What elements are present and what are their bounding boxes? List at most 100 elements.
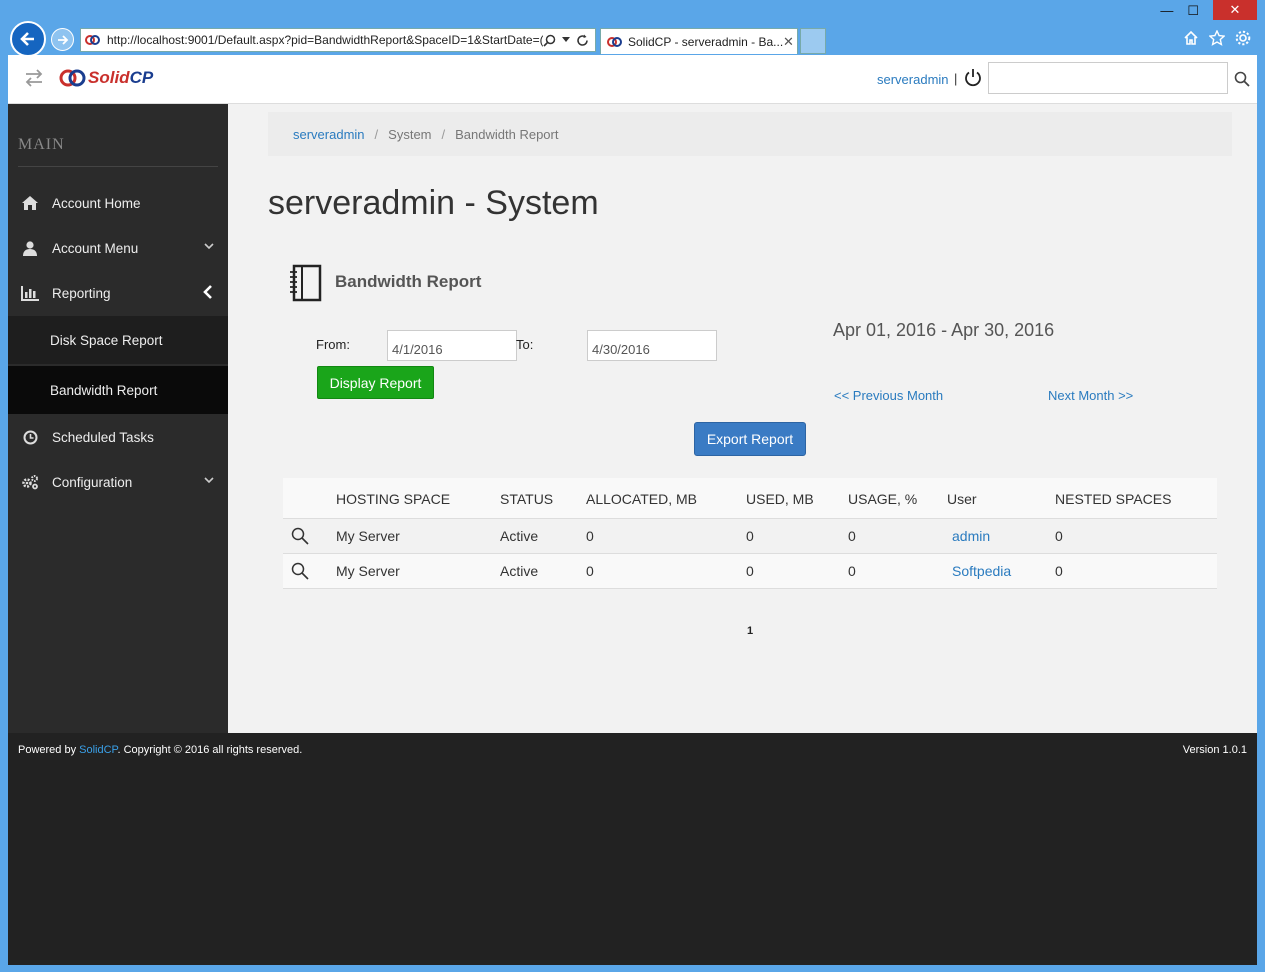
column-header[interactable]: USED, MB [746, 478, 814, 518]
sidebar-divider [18, 166, 218, 167]
used-cell: 0 [746, 563, 754, 579]
close-window-button[interactable]: ✕ [1213, 0, 1257, 20]
column-header[interactable]: STATUS [500, 478, 553, 518]
logo-cp-text: CP [129, 68, 154, 87]
pager-page-1[interactable]: 1 [747, 625, 753, 637]
report-title: Bandwidth Report [335, 272, 482, 291]
hosting-space-cell: My Server [336, 563, 400, 579]
footer-prefix: Powered by [18, 744, 80, 756]
breadcrumb-current: Bandwidth Report [455, 126, 559, 142]
sidebar-item-account-home[interactable]: Account Home [8, 181, 228, 225]
sidebar-item-account-menu[interactable]: Account Menu [8, 226, 228, 270]
user-icon [23, 240, 37, 256]
search-icon[interactable] [1234, 71, 1250, 87]
home-icon[interactable] [1183, 30, 1199, 46]
dropdown-icon[interactable] [562, 37, 570, 43]
to-date-input[interactable] [587, 330, 717, 361]
top-bar: Solid CP serveradmin | [8, 55, 1257, 104]
browser-toolbar-icons [1183, 30, 1251, 46]
column-header[interactable]: User [947, 478, 977, 518]
date-range-text: Apr 01, 2016 - Apr 30, 2016 [833, 320, 1055, 340]
status-cell: Active [500, 528, 539, 544]
table-header: HOSTING SPACE STATUS ALLOCATED, MB USED,… [283, 478, 1217, 519]
sidebar-item-scheduled-tasks[interactable]: Scheduled Tasks [8, 415, 228, 459]
column-header[interactable]: NESTED SPACES [1055, 478, 1171, 518]
export-report-button[interactable]: Export Report [694, 422, 806, 456]
url-text: http://localhost:9001/Default.aspx?pid=B… [107, 33, 543, 47]
magnifier-icon[interactable] [291, 527, 309, 545]
chevron-down-icon [204, 243, 214, 250]
solidcp-logo[interactable]: Solid CP [58, 67, 153, 89]
main-content: serveradmin / System / Bandwidth Report … [228, 104, 1257, 733]
usage-cell: 0 [848, 563, 856, 579]
column-header[interactable]: ALLOCATED, MB [586, 478, 697, 518]
sidebar-item-reporting[interactable]: Reporting [8, 271, 228, 315]
top-search-input[interactable] [988, 62, 1228, 94]
breadcrumb-serveradmin[interactable]: serveradmin [293, 127, 365, 142]
bandwidth-table: HOSTING SPACE STATUS ALLOCATED, MB USED,… [283, 478, 1217, 589]
power-icon[interactable] [963, 68, 983, 88]
browser-chrome: http://localhost:9001/Default.aspx?pid=B… [0, 0, 1265, 57]
chevron-left-icon [203, 285, 212, 299]
site-favicon-icon [85, 35, 100, 45]
search-icon[interactable] [543, 34, 556, 47]
magnifier-icon[interactable] [291, 562, 309, 580]
clock-icon [23, 430, 37, 444]
user-link[interactable]: Softpedia [952, 554, 1011, 588]
table-row: My Server Active 0 0 0 Softpedia 0 [283, 554, 1217, 589]
allocated-cell: 0 [586, 563, 594, 579]
sidebar-item-label: Bandwidth Report [50, 382, 158, 398]
notebook-icon [290, 264, 322, 302]
new-tab-button[interactable] [800, 28, 826, 54]
sidebar: MAIN Account Home Account Menu Reporting… [8, 104, 228, 733]
refresh-icon[interactable] [576, 34, 589, 47]
next-month-link[interactable]: Next Month >> [1048, 388, 1133, 403]
sidebar-item-bandwidth-report[interactable]: Bandwidth Report [8, 366, 228, 414]
sidebar-item-label: Account Home [52, 195, 141, 211]
sidebar-toggle-icon[interactable] [24, 69, 44, 87]
gears-icon [22, 475, 38, 490]
display-report-button[interactable]: Display Report [317, 366, 434, 399]
home-icon [22, 196, 38, 210]
browser-tab[interactable]: SolidCP - serveradmin - Ba... ✕ [600, 28, 798, 54]
site-favicon-icon [607, 36, 622, 47]
tab-title: SolidCP - serveradmin - Ba... [628, 34, 783, 49]
address-bar[interactable]: http://localhost:9001/Default.aspx?pid=B… [80, 28, 596, 52]
back-button[interactable] [10, 21, 46, 57]
window-controls: — ☐ ✕ [1160, 0, 1257, 20]
footer-brand-link[interactable]: SolidCP [79, 744, 117, 756]
table-row: My Server Active 0 0 0 admin 0 [283, 519, 1217, 554]
gear-icon[interactable] [1235, 30, 1251, 46]
arrow-right-icon [57, 34, 68, 45]
usage-cell: 0 [848, 528, 856, 544]
chevron-down-icon [204, 477, 214, 484]
sidebar-item-label: Configuration [52, 474, 133, 490]
sidebar-item-disk-space-report[interactable]: Disk Space Report [8, 316, 228, 364]
arrow-left-icon [20, 32, 34, 46]
star-icon[interactable] [1209, 30, 1225, 46]
page-title: serveradmin - System [268, 184, 599, 222]
user-link[interactable]: serveradmin [877, 72, 949, 87]
nested-spaces-cell: 0 [1055, 528, 1063, 544]
user-link[interactable]: admin [952, 519, 990, 553]
breadcrumb: serveradmin / System / Bandwidth Report [268, 112, 1232, 156]
allocated-cell: 0 [586, 528, 594, 544]
sidebar-item-label: Reporting [52, 285, 111, 301]
footer-copyright: Powered by SolidCP. Copyright © 2016 all… [18, 744, 302, 756]
minimize-button[interactable]: — [1160, 3, 1173, 20]
forward-button[interactable] [51, 28, 74, 51]
sidebar-item-configuration[interactable]: Configuration [8, 460, 228, 504]
tab-close-icon[interactable]: ✕ [783, 34, 797, 50]
from-date-input[interactable] [387, 330, 517, 361]
sidebar-item-label: Scheduled Tasks [52, 429, 154, 445]
column-header[interactable]: USAGE, % [848, 478, 917, 518]
column-header[interactable]: HOSTING SPACE [336, 478, 450, 518]
to-label: To: [516, 337, 534, 352]
header-separator: | [954, 71, 958, 86]
previous-month-link[interactable]: << Previous Month [834, 388, 943, 403]
page-viewport: Solid CP serveradmin | MAIN Account Home … [8, 55, 1257, 965]
sidebar-item-label: Account Menu [52, 240, 139, 256]
sidebar-title: MAIN [18, 136, 65, 153]
maximize-button[interactable]: ☐ [1187, 3, 1199, 20]
logo-solid-text: Solid [88, 68, 130, 87]
